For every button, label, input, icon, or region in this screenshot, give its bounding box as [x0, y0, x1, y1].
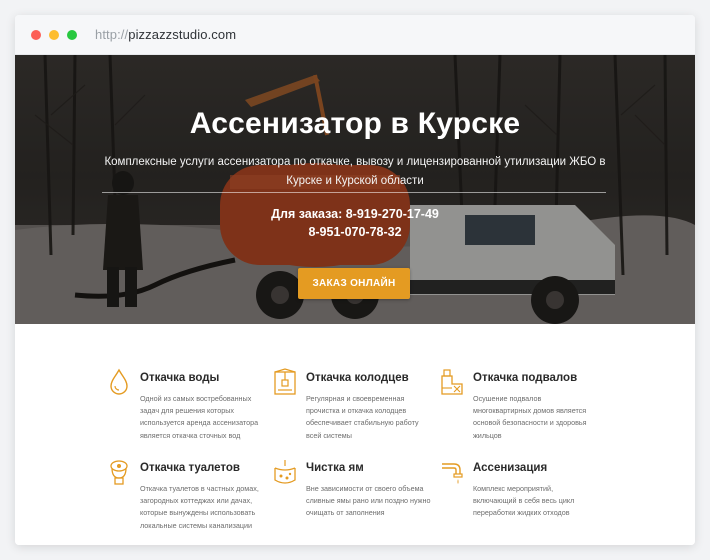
service-title: Откачка воды	[140, 372, 220, 384]
address-bar[interactable]: http://pizzazzstudio.com	[95, 27, 236, 42]
hero-section: Ассенизатор в Курске Комплексные услуги …	[15, 55, 695, 324]
well-icon	[274, 368, 296, 395]
maximize-window-button[interactable]	[67, 29, 77, 40]
service-title: Ассенизация	[473, 462, 548, 474]
service-description: Вне зависимости от своего объема сливные…	[306, 484, 431, 518]
services-section: Откачка воды Одной из самых востребованн…	[15, 324, 695, 545]
service-description: Регулярная и своевременная прочистка и о…	[306, 394, 419, 440]
basement-icon	[441, 369, 463, 395]
service-title: Откачка колодцев	[306, 372, 409, 384]
service-description: Осушение подвалов многоквартирных домов …	[473, 394, 587, 440]
service-title: Откачка туалетов	[140, 462, 240, 474]
url-protocol: http://	[95, 27, 129, 42]
page-title: Ассенизатор в Курске	[189, 107, 521, 140]
close-window-button[interactable]	[31, 29, 41, 40]
order-online-button[interactable]: ЗАКАЗ ОНЛАЙН	[298, 268, 410, 299]
phone-line-1: Для заказа: 8-919-270-17-49	[271, 207, 439, 221]
url-domain: pizzazzstudio.com	[128, 27, 237, 42]
water-drop-icon	[110, 368, 128, 395]
browser-toolbar: http://pizzazzstudio.com	[15, 15, 695, 55]
service-description: Комплекс мероприятий, включающий в себя …	[473, 484, 575, 518]
minimize-window-button[interactable]	[49, 29, 59, 40]
service-title: Откачка подвалов	[473, 372, 578, 384]
service-description: Откачка туалетов в частных домах, загоро…	[140, 484, 259, 530]
service-title: Чистка ям	[306, 462, 364, 474]
service-description: Одной из самых востребованных задач для …	[140, 394, 259, 440]
hero-subtitle: Комплексные услуги ассенизатора по откач…	[104, 156, 606, 187]
phone-line-2: 8-951-070-78-32	[308, 225, 402, 239]
order-phones: Для заказа: 8-919-270-17-49 8-951-070-78…	[15, 205, 695, 241]
hero-divider	[102, 192, 606, 193]
pipe-icon	[442, 463, 463, 484]
pit-icon	[274, 460, 296, 484]
toilet-icon	[110, 460, 128, 485]
browser-window: http://pizzazzstudio.com Ассенизатор в К…	[15, 15, 695, 545]
